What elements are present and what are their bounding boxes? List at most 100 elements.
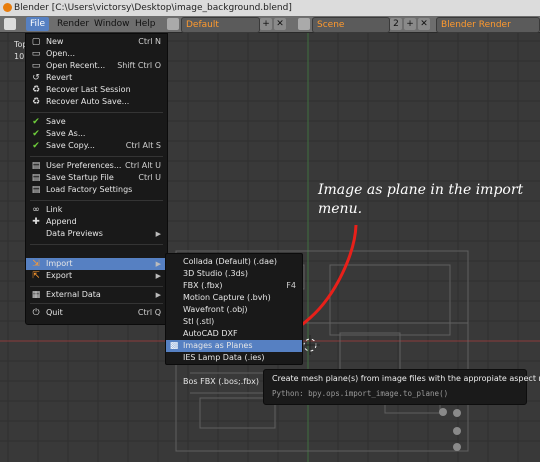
menu-item-recover-last-session[interactable]: ♻ Recover Last Session — [26, 84, 167, 96]
save-as-icon: ✔ — [32, 129, 40, 139]
menu-item-link[interactable]: ∞ Link — [26, 204, 167, 216]
import-submenu: Collada (Default) (.dae) 3D Studio (.3ds… — [165, 253, 303, 365]
menu-item-shortcut: Ctrl Alt S — [125, 141, 161, 150]
menu-item-shortcut: Ctrl Alt U — [124, 161, 161, 170]
menu-separator — [30, 303, 163, 304]
menu-item-quit[interactable]: ⏻ Quit Ctrl Q — [26, 307, 167, 319]
menu-separator — [30, 200, 163, 201]
menu-item-external-data[interactable]: ▦ External Data ▶ — [26, 289, 167, 301]
import-item-stl[interactable]: Stl (.stl) — [166, 316, 302, 328]
menu-separator — [30, 112, 163, 113]
save-check-icon: ✔ — [32, 117, 40, 127]
recover-autosave-icon: ♻ — [31, 97, 41, 107]
menu-file[interactable]: File — [26, 17, 49, 31]
menu-item-label: External Data — [46, 290, 101, 299]
add-layout-button[interactable]: + — [260, 18, 272, 30]
layout-dropdown[interactable]: Default — [181, 17, 260, 33]
recover-icon: ♻ — [31, 85, 41, 95]
menu-item-label: Save Startup File — [46, 173, 114, 182]
menu-item-label: Stl (.stl) — [183, 317, 215, 326]
render-engine-dropdown[interactable]: Blender Render — [436, 17, 540, 33]
menu-separator — [30, 286, 163, 287]
import-item-3ds[interactable]: 3D Studio (.3ds) — [166, 268, 302, 280]
link-icon: ∞ — [32, 205, 40, 215]
menu-item-label: Bos FBX (.bos;.fbx) — [183, 377, 259, 386]
preferences-icon: ▤ — [31, 161, 41, 171]
editor-type-icon[interactable] — [4, 18, 16, 30]
scene-users-count[interactable]: 2 — [390, 18, 402, 30]
tooltip: Create mesh plane(s) from image files wi… — [263, 369, 540, 405]
menu-item-user-preferences[interactable]: ▤ User Preferences... Ctrl Alt U — [26, 160, 167, 172]
window-title: Blender [C:\Users\victorsy\Desktop\image… — [14, 3, 292, 13]
save-copy-icon: ✔ — [32, 141, 40, 151]
import-item-dxf[interactable]: AutoCAD DXF — [166, 328, 302, 340]
import-item-ies[interactable]: IES Lamp Data (.ies) — [166, 352, 302, 364]
menu-item-export[interactable]: ⇱ Export ▶ — [26, 270, 167, 282]
submenu-arrow-icon: ▶ — [155, 260, 161, 268]
menu-item-open[interactable]: ▭ Open... — [26, 48, 167, 60]
menu-window[interactable]: Window — [94, 17, 130, 31]
submenu-arrow-icon: ▶ — [155, 272, 161, 280]
annotation-line-1: Image as plane in the import — [318, 182, 524, 198]
menu-item-label: Save — [46, 117, 66, 126]
menu-item-save-startup-file[interactable]: ▤ Save Startup File Ctrl U — [26, 172, 167, 184]
menu-item-append[interactable]: ✚ Append — [26, 216, 167, 228]
menu-item-shortcut: Shift Ctrl O — [117, 61, 161, 70]
menu-item-open-recent[interactable]: ▭ Open Recent... Shift Ctrl O — [26, 60, 167, 72]
menu-item-shortcut: Ctrl N — [138, 37, 161, 46]
submenu-arrow-icon: ▶ — [155, 291, 161, 299]
quit-icon: ⏻ — [32, 308, 40, 318]
add-scene-button[interactable]: + — [404, 18, 416, 30]
menu-item-revert[interactable]: ↺ Revert — [26, 72, 167, 84]
image-checker-icon: ▩ — [169, 341, 179, 351]
menu-item-save-as[interactable]: ✔ Save As... — [26, 128, 167, 140]
menu-item-label: Append — [46, 217, 77, 226]
info-header: File Render Window Help Default + ✕ Scen… — [0, 16, 540, 33]
menu-item-label: Data Previews — [46, 229, 103, 238]
menu-item-label: Recover Auto Save... — [46, 97, 130, 106]
menu-item-save[interactable]: ✔ Save — [26, 116, 167, 128]
delete-scene-button[interactable]: ✕ — [418, 18, 430, 30]
menu-item-label: Motion Capture (.bvh) — [183, 293, 271, 302]
menu-help[interactable]: Help — [135, 17, 156, 31]
tooltip-description: Create mesh plane(s) from image files wi… — [272, 374, 540, 383]
menu-item-label: New — [46, 37, 64, 46]
blender-logo-icon — [3, 3, 12, 12]
external-data-icon: ▦ — [31, 290, 41, 300]
menu-item-label: Collada (Default) (.dae) — [183, 257, 278, 266]
menu-item-save-copy[interactable]: ✔ Save Copy... Ctrl Alt S — [26, 140, 167, 152]
import-icon: ⇲ — [32, 259, 40, 269]
menu-item-label: Images as Planes — [183, 341, 253, 350]
menu-item-label: Import — [46, 259, 73, 268]
submenu-arrow-icon: ▶ — [155, 230, 161, 238]
scale-label: 10 — [14, 52, 25, 61]
import-item-images-as-planes[interactable]: ▩ Images as Planes — [166, 340, 302, 352]
menu-item-data-previews[interactable]: Data Previews ▶ — [26, 228, 167, 240]
import-item-collada[interactable]: Collada (Default) (.dae) — [166, 256, 302, 268]
append-icon: ✚ — [32, 217, 40, 227]
scene-dropdown[interactable]: Scene — [312, 17, 390, 33]
menu-item-label: Wavefront (.obj) — [183, 305, 248, 314]
menu-item-label: Save As... — [46, 129, 86, 138]
menu-item-label: Open Recent... — [46, 61, 106, 70]
open-folder-icon: ▭ — [31, 49, 41, 59]
import-item-bvh[interactable]: Motion Capture (.bvh) — [166, 292, 302, 304]
menu-render[interactable]: Render — [57, 17, 89, 31]
import-item-bos-fbx[interactable]: Bos FBX (.bos;.fbx) — [166, 376, 262, 388]
screen-layout-icon[interactable] — [167, 18, 179, 30]
import-item-fbx[interactable]: FBX (.fbx) F4 — [166, 280, 302, 292]
menu-separator — [30, 244, 163, 245]
menu-item-new[interactable]: ▢ New Ctrl N — [26, 36, 167, 48]
tooltip-python: Python: bpy.ops.import_image.to_plane() — [272, 389, 449, 398]
scene-icon[interactable] — [298, 18, 310, 30]
delete-layout-button[interactable]: ✕ — [274, 18, 286, 30]
menu-item-label: User Preferences... — [46, 161, 122, 170]
annotation-line-2: menu. — [318, 201, 363, 217]
import-item-obj[interactable]: Wavefront (.obj) — [166, 304, 302, 316]
menu-item-load-factory-settings[interactable]: ▤ Load Factory Settings — [26, 184, 167, 196]
menu-item-recover-auto-save[interactable]: ♻ Recover Auto Save... — [26, 96, 167, 108]
menu-item-import[interactable]: ⇲ Import ▶ — [26, 258, 167, 270]
menu-item-label: AutoCAD DXF — [183, 329, 238, 338]
menu-item-shortcut: Ctrl Q — [137, 308, 161, 317]
menu-item-label: 3D Studio (.3ds) — [183, 269, 248, 278]
